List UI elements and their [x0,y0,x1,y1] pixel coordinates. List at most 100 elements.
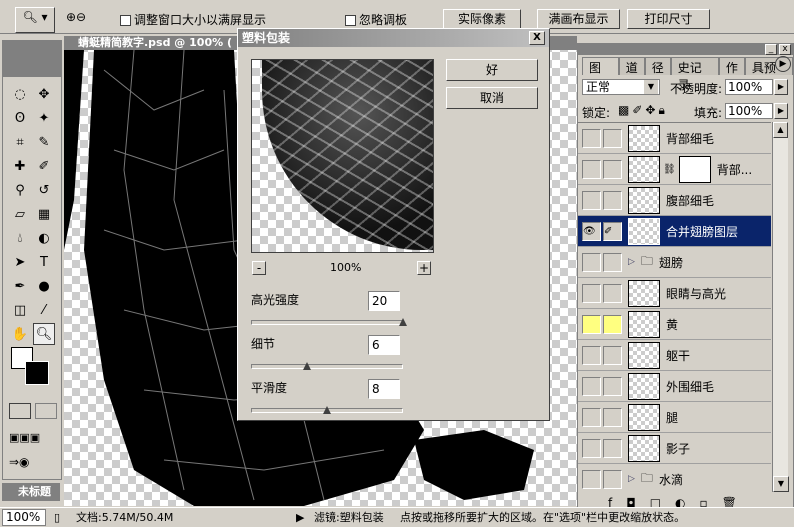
shape-tool-icon[interactable]: ● [33,275,55,297]
layer-row[interactable]: ⛓ 背部... [578,154,771,185]
layers-scrollbar[interactable]: ▲ ▼ [772,122,789,492]
param-input[interactable]: 20 [368,291,400,311]
quickmask-mode-icon[interactable] [35,403,57,419]
expand-triangle-icon[interactable]: ▷ [628,257,635,267]
palette-menu-icon[interactable]: ▶ [775,56,791,72]
move-tool-icon[interactable]: ✥ [33,83,55,105]
zoom-out-button[interactable]: - [252,261,266,275]
healing-tool-icon[interactable]: ✚ [9,155,31,177]
lasso-tool-icon[interactable]: ʘ [9,107,31,129]
link-toggle[interactable] [603,407,622,427]
background-color[interactable] [25,361,49,385]
layer-row[interactable]: 眼睛与高光 [578,278,771,309]
link-toggle[interactable] [603,345,622,365]
fit-screen-button[interactable]: 满画布显示 [537,9,620,29]
visibility-toggle[interactable] [582,407,601,427]
eye-icon[interactable]: 👁︎ [582,221,601,241]
palette-tab[interactable]: 作 [718,57,745,75]
visibility-toggle[interactable] [582,469,601,489]
layer-row[interactable]: ▷ 🗀 水滴 [578,464,771,492]
zoom-in-button[interactable]: + [417,261,431,275]
blend-mode-select[interactable]: 正常 ▼ [582,79,660,95]
print-size-button[interactable]: 打印尺寸 [627,9,710,29]
slice-tool-icon[interactable]: ✎ [33,131,55,153]
jump-to-imageready-icon[interactable]: ⇒◉ [9,455,30,469]
palette-tab[interactable]: 道 [618,57,645,75]
marquee-tool-icon[interactable]: ◌ [9,83,31,105]
standard-mode-icon[interactable] [9,403,31,419]
screen-mode-icons[interactable]: ▣▣▣ [9,431,40,444]
palette-tab[interactable]: 史记录 [670,57,719,92]
minimized-document[interactable]: 未标题 [2,483,60,501]
dialog-close-button[interactable]: X [529,31,545,45]
eraser-tool-icon[interactable]: ▱ [9,203,31,225]
brush-tool-icon[interactable]: ✐ [33,155,55,177]
layer-row[interactable]: 黄 [578,309,771,340]
slider-thumb[interactable] [303,362,312,370]
ok-button[interactable]: 好 [446,59,538,81]
palette-tab[interactable]: 图层 [582,57,619,92]
brush-icon[interactable]: ✐ [603,221,622,241]
layer-row[interactable]: 腹部细毛 [578,185,771,216]
visibility-toggle[interactable] [582,376,601,396]
visibility-toggle[interactable] [582,252,601,272]
link-toggle[interactable] [603,314,622,334]
zoom-level-input[interactable]: 100% [2,509,46,526]
link-toggle[interactable] [603,190,622,210]
stamp-tool-icon[interactable]: ⚲ [9,179,31,201]
ignore-palettes-checkbox[interactable]: 忽略调板 [345,11,407,28]
resize-window-checkbox[interactable]: 调整窗口大小以满屏显示 [120,11,266,28]
layer-row[interactable]: ▷ 🗀 翅膀 [578,247,771,278]
crop-tool-icon[interactable]: ⌗ [9,131,31,153]
layer-row[interactable]: 躯干 [578,340,771,371]
link-toggle[interactable] [603,469,622,489]
link-toggle[interactable] [603,376,622,396]
zoom-in-out-icons[interactable]: ⊕⊖ [66,10,86,24]
opacity-input[interactable]: 100% [725,79,773,95]
param-slider[interactable] [251,320,403,325]
link-toggle[interactable] [603,283,622,303]
layer-row[interactable]: 背部细毛 [578,123,771,154]
notes-tool-icon[interactable]: ◫ [9,299,31,321]
visibility-toggle[interactable] [582,283,601,303]
dodge-tool-icon[interactable]: ◐ [33,227,55,249]
close-palette-button[interactable]: x [779,44,791,55]
fill-slider-arrow[interactable]: ▶ [774,103,788,119]
minimize-button[interactable]: _ [765,44,777,55]
palette-tab[interactable]: 径 [644,57,671,75]
magic-wand-icon[interactable]: ✦ [33,107,55,129]
filter-preview[interactable] [251,59,434,253]
fill-input[interactable]: 100% [725,103,773,119]
visibility-toggle[interactable] [582,345,601,365]
history-brush-icon[interactable]: ↺ [33,179,55,201]
param-input[interactable]: 6 [368,335,400,355]
blur-tool-icon[interactable]: 💧︎ [9,227,31,249]
path-select-icon[interactable]: ➤ [9,251,31,273]
link-toggle[interactable] [603,252,622,272]
zoom-tool-preset[interactable]: 🔍︎ ▾ [15,7,55,33]
layer-row[interactable]: 影子 [578,433,771,464]
link-toggle[interactable] [603,438,622,458]
visibility-toggle[interactable] [582,438,601,458]
link-toggle[interactable] [603,128,622,148]
type-tool-icon[interactable]: T [33,251,55,273]
layer-row[interactable]: 外围细毛 [578,371,771,402]
slider-thumb[interactable] [399,318,407,326]
slider-thumb[interactable] [323,406,331,414]
actual-pixels-button[interactable]: 实际像素 [443,9,521,29]
zoom-tool-icon[interactable]: 🔍︎ [33,323,55,345]
expand-triangle-icon[interactable]: ▷ [628,474,635,484]
visibility-toggle[interactable] [582,190,601,210]
visibility-toggle[interactable] [582,159,601,179]
hand-tool-icon[interactable]: ✋ [9,323,31,345]
param-slider[interactable] [251,364,403,369]
param-input[interactable]: 8 [368,379,400,399]
layer-row[interactable]: 👁︎ ✐ 合并翅膀图层 [578,216,771,247]
visibility-toggle[interactable] [582,314,601,334]
layer-row[interactable]: 腿 [578,402,771,433]
pen-tool-icon[interactable]: ✒ [9,275,31,297]
cancel-button[interactable]: 取消 [446,87,538,109]
link-toggle[interactable] [603,159,622,179]
lock-icons[interactable]: ▩✐✥🔒︎ [618,103,668,118]
opacity-slider-arrow[interactable]: ▶ [774,79,788,95]
